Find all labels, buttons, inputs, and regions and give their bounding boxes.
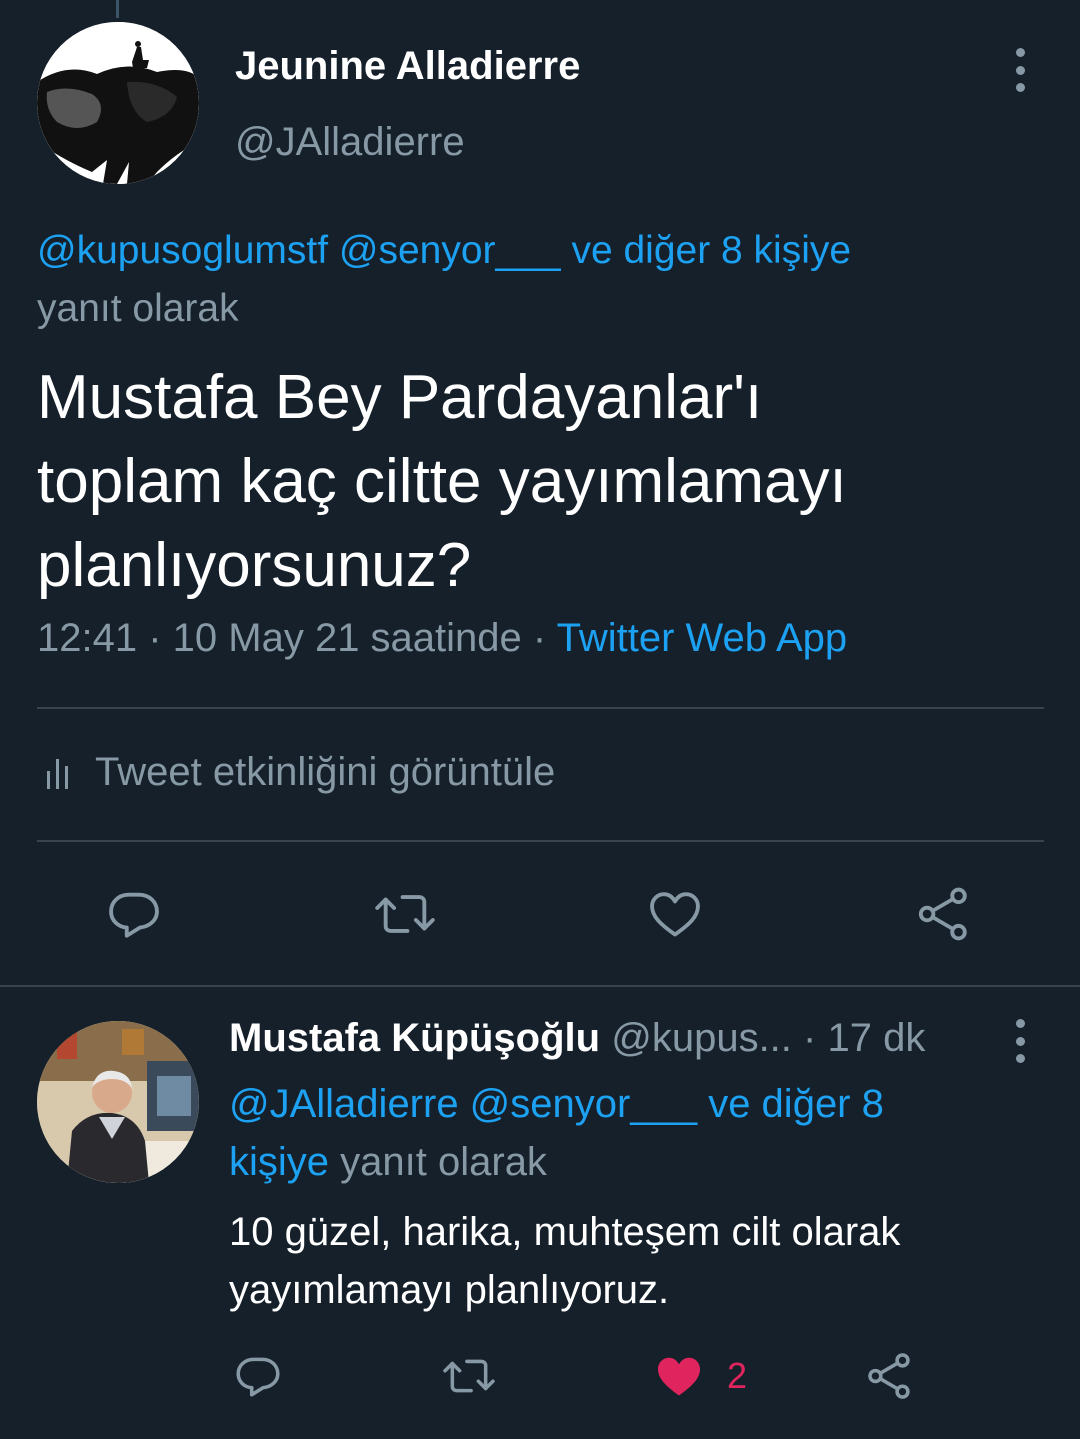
reply-mentions-link[interactable]: kişiye — [229, 1140, 329, 1184]
dot — [1015, 65, 1025, 75]
avatar-image — [37, 1021, 199, 1183]
reply-mentions-link[interactable]: @kupusoglumstf @senyor___ ve diğer 8 kiş… — [37, 222, 1037, 280]
tweet-text-line: planlıyorsunuz? — [37, 531, 472, 600]
reply-icon — [109, 892, 159, 938]
reply-context-suffix: yanıt olarak — [340, 1140, 547, 1184]
tweet-metadata: 12:41 · 10 May 21 saatinde · Twitter Web… — [37, 616, 847, 661]
reply-context: @kupusoglumstf @senyor___ ve diğer 8 kiş… — [37, 222, 1037, 338]
dot — [1015, 48, 1025, 57]
avatar-image — [37, 22, 199, 184]
timestamp[interactable]: · 17 dk — [803, 1016, 925, 1060]
more-options-button[interactable] — [1005, 48, 1035, 92]
heart-icon — [650, 892, 700, 937]
divider — [37, 840, 1044, 842]
retweet-icon — [443, 1359, 495, 1393]
dot — [1015, 1036, 1025, 1046]
main-tweet: Jeunine Alladierre @JAlladierre @kupusog… — [0, 0, 1080, 986]
reply-context-suffix: yanıt olarak — [37, 287, 239, 330]
display-name[interactable]: Mustafa Küpüşoğlu — [229, 1016, 600, 1060]
tweet-text: 10 güzel, harika, muhteşem cilt olarak y… — [229, 1203, 1029, 1319]
heart-filled-icon — [657, 1357, 701, 1396]
dot — [1015, 83, 1025, 92]
avatar[interactable] — [37, 22, 199, 184]
section-divider — [0, 985, 1080, 987]
analytics-icon — [47, 758, 68, 789]
share-button[interactable] — [912, 882, 976, 946]
tweet-text-line: 10 güzel, harika, muhteşem cilt olarak — [229, 1210, 901, 1254]
like-count: 2 — [727, 1355, 748, 1396]
like-button[interactable]: 2 — [653, 1350, 763, 1402]
more-options-button[interactable] — [1005, 1019, 1035, 1063]
retweet-button[interactable] — [440, 1350, 498, 1402]
reply-icon — [236, 1357, 280, 1397]
tweet-text: Mustafa Bey Pardayanlar'ı toplam kaç cil… — [37, 356, 1037, 608]
like-button[interactable] — [643, 882, 707, 946]
dot — [1015, 1019, 1025, 1028]
reply-button[interactable] — [102, 882, 166, 946]
share-icon — [868, 1353, 910, 1399]
tweet-date[interactable]: 10 May 21 saatinde — [173, 616, 522, 660]
share-button[interactable] — [864, 1350, 916, 1402]
retweet-icon — [375, 895, 435, 933]
tweet-activity-label: Tweet etkinliğini görüntüle — [95, 750, 556, 794]
reply-mentions-link[interactable]: @JAlladierre @senyor___ ve diğer 8 — [229, 1075, 989, 1133]
tweet-activity-button[interactable]: Tweet etkinliğini görüntüle — [45, 750, 555, 795]
display-name[interactable]: Jeunine Alladierre — [235, 44, 580, 89]
tweet-detail-page: Jeunine Alladierre @JAlladierre @kupusog… — [0, 0, 1080, 1439]
avatar[interactable] — [37, 1021, 199, 1183]
reply-button[interactable] — [232, 1350, 284, 1402]
reply-context: @JAlladierre @senyor___ ve diğer 8 kişiy… — [229, 1075, 989, 1191]
dot — [1015, 1054, 1025, 1063]
tweet-text-line: Mustafa Bey Pardayanlar'ı — [37, 363, 763, 432]
tweet-text-line: toplam kaç ciltte yayımlamayı — [37, 447, 847, 516]
reply-header: Mustafa Küpüşoğlu @kupus... · 17 dk — [229, 1016, 989, 1061]
tweet-source-link[interactable]: Twitter Web App — [557, 616, 848, 660]
retweet-button[interactable] — [370, 882, 440, 946]
divider — [37, 707, 1044, 709]
user-handle[interactable]: @kupus... — [611, 1016, 792, 1060]
tweet-text-line: yayımlamayı planlıyoruz. — [229, 1268, 670, 1312]
share-icon — [918, 887, 967, 941]
user-handle[interactable]: @JAlladierre — [235, 120, 465, 165]
meta-separator: · — [521, 616, 557, 660]
meta-separator: · — [137, 616, 173, 660]
tweet-time[interactable]: 12:41 — [37, 616, 137, 660]
